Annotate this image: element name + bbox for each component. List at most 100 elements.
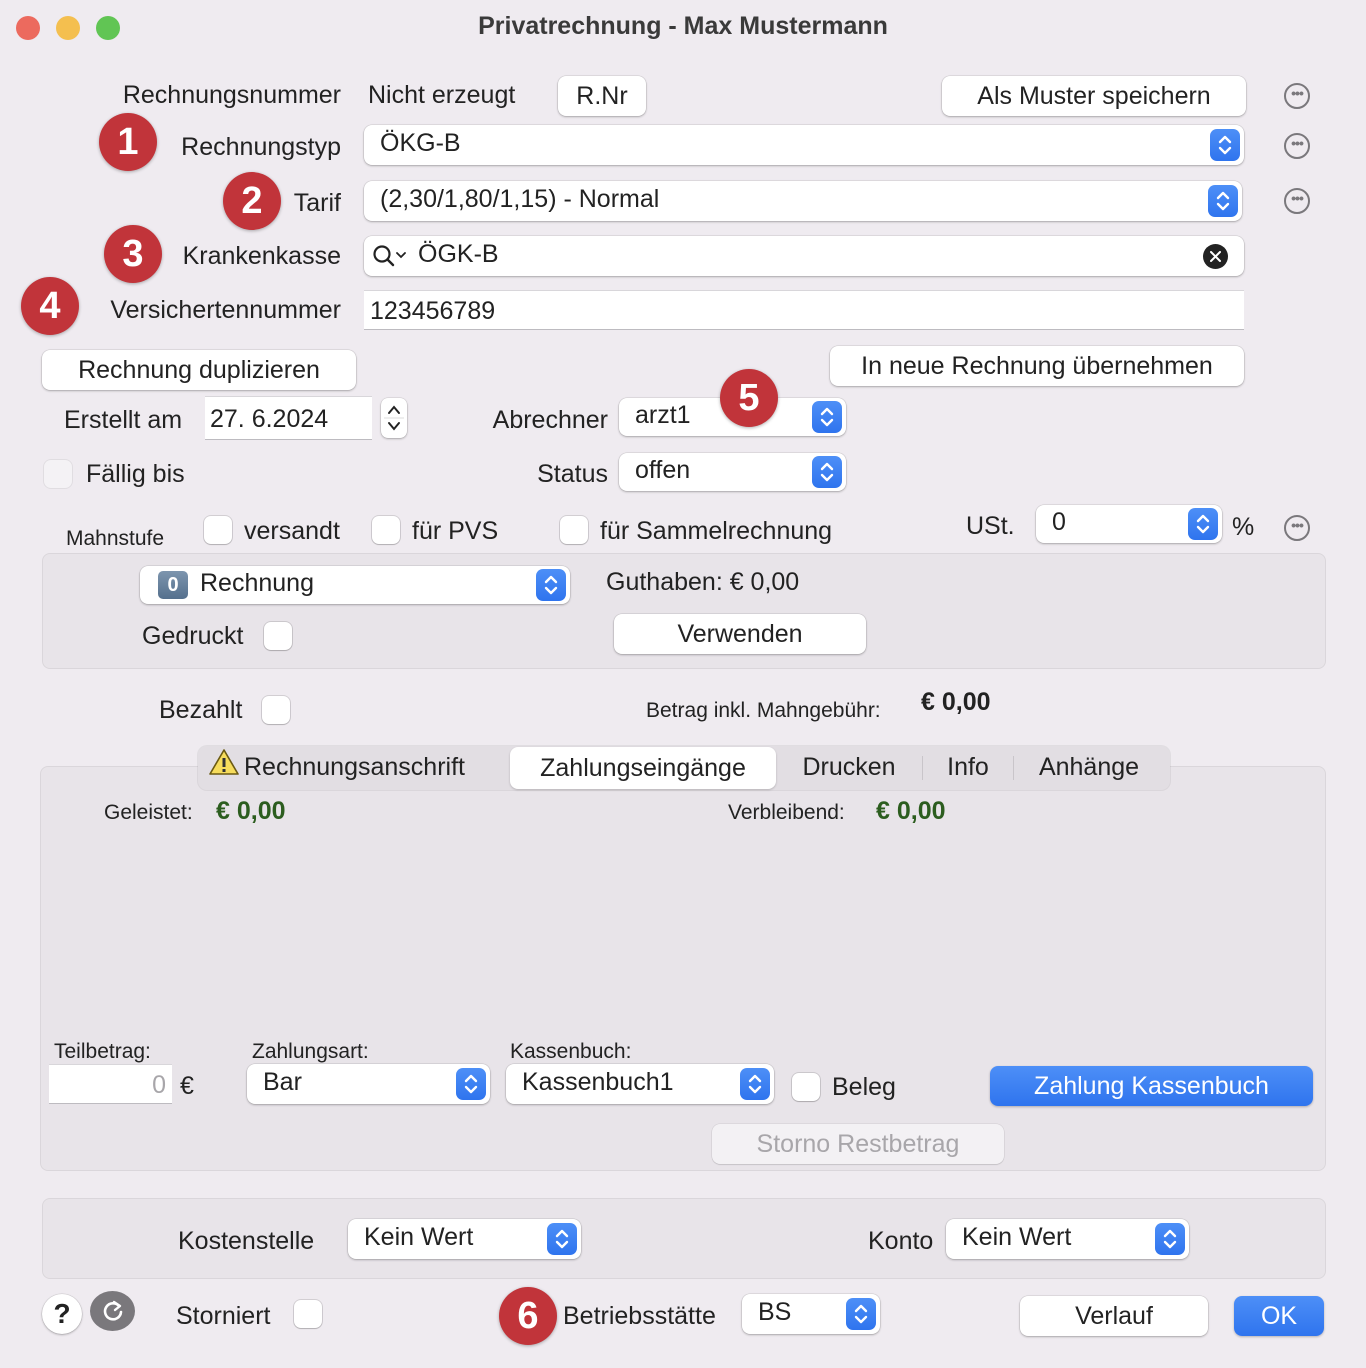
status-select[interactable]: offen xyxy=(619,453,846,491)
verbleibend-value: € 0,00 xyxy=(876,797,946,825)
bezahlt-checkbox[interactable] xyxy=(262,696,290,724)
rechnungstyp-label: Rechnungstyp xyxy=(181,133,341,161)
storno-restbetrag-button: Storno Restbetrag xyxy=(712,1124,1004,1164)
rechnungstyp-select[interactable]: ÖKG-B xyxy=(364,125,1244,165)
annotation-badge-3: 3 xyxy=(104,225,162,283)
versichertennummer-label: Versichertennummer xyxy=(110,296,341,324)
mahnstufe-number-icon: 0 xyxy=(158,571,188,599)
tab-label: Rechnungsanschrift xyxy=(244,753,465,781)
versichertennummer-input[interactable]: 123456789 xyxy=(364,290,1244,330)
kassenbuch-select[interactable]: Kassenbuch1 xyxy=(506,1064,774,1104)
verbleibend-label: Verbleibend: xyxy=(728,801,845,824)
chevron-updown-icon xyxy=(1155,1223,1185,1255)
tab-zahlungseingaenge[interactable]: Zahlungseingänge xyxy=(510,747,776,789)
erstellt-date-value: 27. 6.2024 xyxy=(210,405,329,433)
help-button[interactable]: ? xyxy=(42,1294,82,1334)
chevron-updown-icon xyxy=(1208,185,1238,217)
betriebsstaette-value: BS xyxy=(758,1298,792,1327)
storniert-label: Storniert xyxy=(176,1302,271,1330)
storniert-checkbox[interactable] xyxy=(294,1300,322,1328)
beleg-checkbox[interactable] xyxy=(792,1073,820,1101)
betrag-label: Betrag inkl. Mahngebühr: xyxy=(646,699,881,722)
konto-select[interactable]: Kein Wert xyxy=(946,1219,1189,1259)
status-value: offen xyxy=(635,456,691,485)
more-options-icon[interactable]: ••• xyxy=(1284,515,1310,541)
date-stepper[interactable] xyxy=(381,398,407,438)
chevron-updown-icon xyxy=(812,401,842,433)
kostenstelle-select[interactable]: Kein Wert xyxy=(348,1219,581,1259)
tarif-select[interactable]: (2,30/1,80/1,15) - Normal xyxy=(364,181,1242,221)
chevron-updown-icon xyxy=(740,1068,770,1100)
chevron-updown-icon xyxy=(456,1068,486,1100)
tab-separator xyxy=(1013,756,1014,780)
zahlungsart-value: Bar xyxy=(263,1068,302,1097)
zahlung-kassenbuch-button[interactable]: Zahlung Kassenbuch xyxy=(990,1066,1313,1106)
verwenden-button[interactable]: Verwenden xyxy=(614,614,866,654)
sammelrechnung-label: für Sammelrechnung xyxy=(600,517,833,545)
faellig-checkbox[interactable] xyxy=(44,460,72,488)
clear-icon[interactable] xyxy=(1203,244,1228,269)
versandt-checkbox[interactable] xyxy=(204,516,232,544)
mahnstufe-group: 0 Rechnung Guthaben: € 0,00 Gedruckt Ver… xyxy=(42,553,1326,669)
gedruckt-label: Gedruckt xyxy=(142,622,244,650)
duplicate-invoice-button[interactable]: Rechnung duplizieren xyxy=(42,350,356,390)
versandt-label: versandt xyxy=(244,517,340,545)
kostenstelle-value: Kein Wert xyxy=(364,1223,474,1252)
tab-label: Drucken xyxy=(802,753,896,781)
mahnstufe-value: Rechnung xyxy=(200,569,314,598)
title-bar: Privatrechnung - Max Mustermann xyxy=(0,0,1366,56)
chevron-updown-icon xyxy=(536,569,566,601)
annotation-badge-1: 1 xyxy=(99,113,157,171)
kassenbuch-label: Kassenbuch: xyxy=(510,1040,632,1063)
zahlungsart-select[interactable]: Bar xyxy=(247,1064,490,1104)
transfer-to-new-invoice-button[interactable]: In neue Rechnung übernehmen xyxy=(830,346,1244,386)
refresh-icon xyxy=(103,1300,122,1321)
annotation-badge-6: 6 xyxy=(499,1287,557,1345)
chevron-updown-icon xyxy=(1188,508,1218,540)
faellig-label: Fällig bis xyxy=(86,460,185,488)
erstellt-date-field[interactable]: 27. 6.2024 xyxy=(205,396,372,440)
krankenkasse-label: Krankenkasse xyxy=(182,242,341,270)
konto-value: Kein Wert xyxy=(962,1223,1072,1252)
gedruckt-checkbox[interactable] xyxy=(264,622,292,650)
tab-content-panel: Geleistet: € 0,00 Verbleibend: € 0,00 Te… xyxy=(40,766,1326,1171)
abrechner-label: Abrechner xyxy=(492,406,608,434)
tab-rechnungsanschrift[interactable]: Rechnungsanschrift xyxy=(208,746,508,790)
krankenkasse-search-field[interactable]: ÖGK-B xyxy=(364,236,1244,276)
ok-button[interactable]: OK xyxy=(1234,1296,1324,1336)
tarif-value: (2,30/1,80/1,15) - Normal xyxy=(380,185,660,214)
betriebsstaette-label: Betriebsstätte xyxy=(563,1302,716,1330)
teilbetrag-value: 0 xyxy=(152,1071,166,1099)
search-icon[interactable] xyxy=(372,244,410,275)
tab-separator xyxy=(922,756,923,780)
pvs-label: für PVS xyxy=(412,517,499,545)
ust-select[interactable]: 0 xyxy=(1036,505,1222,543)
geleistet-value: € 0,00 xyxy=(216,797,286,825)
verlauf-button[interactable]: Verlauf xyxy=(1020,1296,1208,1336)
tab-drucken[interactable]: Drucken xyxy=(788,746,910,790)
more-options-icon[interactable]: ••• xyxy=(1284,133,1310,159)
rnr-button[interactable]: R.Nr xyxy=(558,76,646,116)
versichertennummer-value: 123456789 xyxy=(370,297,496,325)
chevron-updown-icon xyxy=(846,1298,876,1330)
erstellt-label: Erstellt am xyxy=(64,406,183,434)
tab-label: Anhänge xyxy=(1038,753,1140,781)
sammelrechnung-checkbox[interactable] xyxy=(560,516,588,544)
tarif-label: Tarif xyxy=(293,189,341,217)
mahnstufe-select[interactable]: 0 Rechnung xyxy=(140,566,570,604)
betriebsstaette-select[interactable]: BS xyxy=(742,1294,880,1334)
status-label: Status xyxy=(537,460,608,488)
currency-label: € xyxy=(180,1072,194,1100)
tab-label: Zahlungseingänge xyxy=(540,754,746,782)
teilbetrag-label: Teilbetrag: xyxy=(54,1040,151,1063)
more-options-icon[interactable]: ••• xyxy=(1284,188,1310,214)
tab-info[interactable]: Info xyxy=(934,746,1002,790)
save-template-button[interactable]: Als Muster speichern xyxy=(942,76,1246,116)
teilbetrag-input[interactable]: 0 xyxy=(49,1064,172,1104)
tab-anhaenge[interactable]: Anhänge xyxy=(1024,746,1154,790)
annotation-badge-5: 5 xyxy=(720,369,778,427)
rechnungstyp-value: ÖKG-B xyxy=(380,129,461,158)
pvs-checkbox[interactable] xyxy=(372,516,400,544)
refresh-button[interactable] xyxy=(90,1291,135,1331)
more-options-icon[interactable]: ••• xyxy=(1284,83,1310,109)
